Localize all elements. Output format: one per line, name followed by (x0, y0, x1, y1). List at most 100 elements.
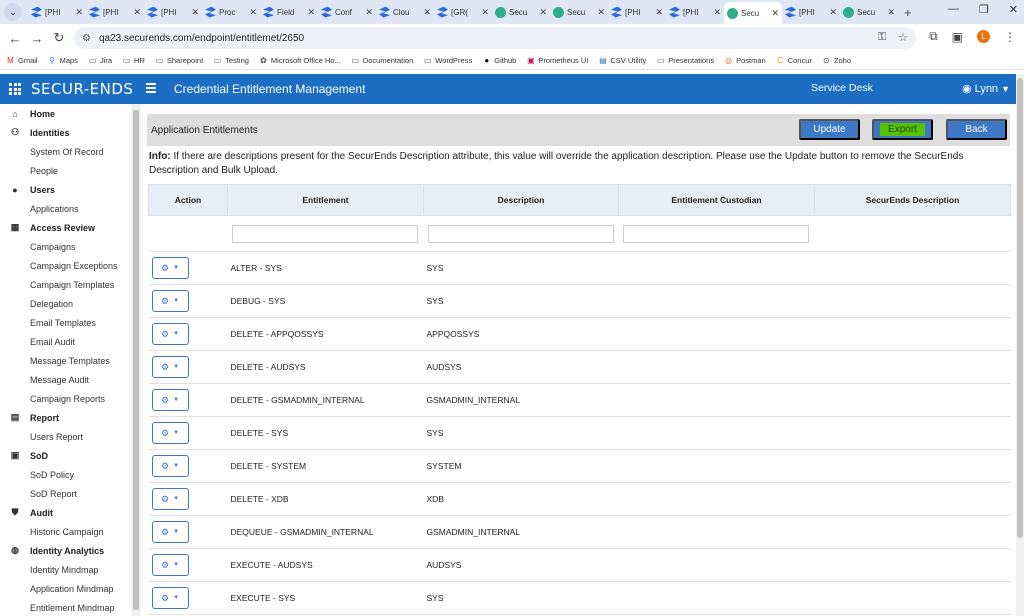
browser-tab[interactable]: Conf ✕ (318, 2, 376, 22)
reload-icon[interactable]: ↻ (48, 30, 70, 46)
password-key-icon[interactable]: ⚿ (878, 31, 886, 44)
sidebar-item-sod[interactable]: ▣ SoD (0, 446, 141, 465)
column-header-action[interactable]: Action (148, 184, 228, 216)
bookmark-item[interactable]: ⊙ Zoho (822, 56, 851, 65)
column-header-description[interactable]: Description (423, 184, 619, 216)
browser-tab[interactable]: Secu ✕ (840, 2, 898, 22)
bookmark-item[interactable]: ▭ WordPress (423, 56, 472, 65)
sidebar-item-sod-report[interactable]: SoD Report (0, 484, 141, 503)
sidebar-item-users-report[interactable]: Users Report (0, 427, 141, 446)
sidebar-item-system-of-record[interactable]: System Of Record (0, 142, 141, 161)
sidebar-item-access-review[interactable]: ▦ Access Review (0, 218, 141, 237)
bookmark-item[interactable]: ▭ Jira (88, 56, 112, 65)
browser-tab[interactable]: [PHI ✕ (608, 2, 666, 22)
sidebar-item-report[interactable]: ▤ Report (0, 408, 141, 427)
row-action-button[interactable]: ⚙ ▼ (151, 587, 189, 609)
securends-logo[interactable]: SECUR-ENDS (31, 80, 133, 98)
back-button[interactable]: Back (946, 119, 1007, 140)
sidebar-item-delegation[interactable]: Delegation (0, 294, 141, 313)
browser-tab[interactable]: [PHI ✕ (666, 2, 724, 22)
bookmark-item[interactable]: ⚲ Maps (48, 56, 78, 65)
menu-toggle-icon[interactable] (146, 83, 156, 93)
close-tab-icon[interactable]: ✕ (539, 7, 547, 18)
sidebar-item-email-audit[interactable]: Email Audit (0, 332, 141, 351)
custodian-filter-input[interactable] (622, 224, 809, 243)
browser-menu-icon[interactable]: ⋮ (1004, 30, 1016, 44)
sidebar-item-identities[interactable]: ⚇ Identities (0, 123, 141, 142)
close-tab-icon[interactable]: ✕ (423, 7, 431, 18)
bookmark-item[interactable]: ● Github (482, 56, 516, 65)
address-bar[interactable]: ⚙ qa23.securends.com/endpoint/entitlemet… (74, 27, 916, 49)
browser-tab[interactable]: Secu ✕ (492, 2, 550, 22)
row-action-button[interactable]: ⚙ ▼ (151, 488, 189, 510)
browser-tab[interactable]: Field ✕ (260, 2, 318, 22)
sidebar-item-people[interactable]: People (0, 161, 141, 180)
forward-arrow-icon[interactable]: → (26, 31, 48, 46)
new-tab-plus-icon[interactable]: + (904, 5, 912, 20)
bookmark-item[interactable]: ▭ Testing (213, 56, 249, 65)
column-header-entitlement-custodian[interactable]: Entitlement Custodian (618, 184, 815, 216)
browser-tab[interactable]: [GR(✕ (434, 2, 492, 22)
apps-grid-icon[interactable] (9, 83, 21, 95)
close-tab-icon[interactable]: ✕ (133, 7, 141, 18)
sidebar-item-campaign-templates[interactable]: Campaign Templates (0, 275, 141, 294)
bookmark-item[interactable]: ▭ Sharepoint (155, 56, 204, 65)
sidebar-item-users[interactable]: ● Users (0, 180, 141, 199)
sidebar-item-sod-policy[interactable]: SoD Policy (0, 465, 141, 484)
url-text[interactable]: qa23.securends.com/endpoint/entitlemet/2… (99, 33, 304, 44)
sidebar-item-application-mindmap[interactable]: Application Mindmap (0, 579, 141, 598)
sidebar-item-campaign-reports[interactable]: Campaign Reports (0, 389, 141, 408)
row-action-button[interactable]: ⚙ ▼ (151, 389, 189, 411)
browser-tab[interactable]: Secu ✕ (724, 2, 782, 24)
row-action-button[interactable]: ⚙ ▼ (151, 290, 189, 312)
site-info-icon[interactable]: ⚙ (82, 33, 91, 44)
close-tab-icon[interactable]: ✕ (597, 7, 605, 18)
bookmark-item[interactable]: ◎ Postman (724, 56, 766, 65)
restore-icon[interactable]: ❐ (979, 3, 989, 16)
column-header-entitlement[interactable]: Entitlement (227, 184, 424, 216)
sidebar-item-entitlement-mindmap[interactable]: Entitlement Mindmap (0, 598, 141, 616)
sidebar-item-home[interactable]: ⌂ Home (0, 104, 141, 123)
row-action-button[interactable]: ⚙ ▼ (151, 257, 189, 279)
back-arrow-icon[interactable]: ← (4, 31, 26, 46)
entitlement-filter-input[interactable] (231, 224, 418, 243)
browser-tab[interactable]: [PHI ✕ (28, 2, 86, 22)
column-header-securends-description[interactable]: SecurEnds Description (814, 184, 1011, 216)
sidebar-item-audit[interactable]: ⛊ Audit (0, 503, 141, 522)
sidebar-item-message-templates[interactable]: Message Templates (0, 351, 141, 370)
browser-tab[interactable]: Clou ✕ (376, 2, 434, 22)
sidebar-item-historic-campaign[interactable]: Historic Campaign (0, 522, 141, 541)
sidebar-item-campaign-exceptions[interactable]: Campaign Exceptions (0, 256, 141, 275)
close-tab-icon[interactable]: ✕ (75, 7, 83, 18)
row-action-button[interactable]: ⚙ ▼ (151, 356, 189, 378)
sidebar-item-identity-analytics[interactable]: ◍ Identity Analytics (0, 541, 141, 560)
bookmark-star-icon[interactable]: ☆ (898, 31, 908, 44)
export-button[interactable]: Export (872, 119, 933, 140)
sidebar-item-identity-mindmap[interactable]: Identity Mindmap (0, 560, 141, 579)
row-action-button[interactable]: ⚙ ▼ (151, 422, 189, 444)
close-window-icon[interactable]: ✕ (1009, 3, 1018, 16)
close-tab-icon[interactable]: ✕ (481, 7, 489, 18)
update-button[interactable]: Update (799, 119, 860, 140)
bookmark-item[interactable]: ▭ Documentation (351, 56, 414, 65)
bookmark-item[interactable]: ✿ Microsoft Office Ho... (259, 56, 341, 65)
browser-tab[interactable]: Proc ✕ (202, 2, 260, 22)
close-tab-icon[interactable]: ✕ (249, 7, 257, 18)
bookmark-item[interactable]: C Concur (776, 56, 812, 65)
bookmark-item[interactable]: ▤ CSV Utility (598, 56, 646, 65)
close-tab-icon[interactable]: ✕ (829, 7, 837, 18)
sidebar-item-applications[interactable]: Applications (0, 199, 141, 218)
sidebar-item-campaigns[interactable]: Campaigns (0, 237, 141, 256)
description-filter-input[interactable] (427, 224, 614, 243)
browser-tab[interactable]: Secu ✕ (550, 2, 608, 22)
bookmark-item[interactable]: ▣ Prometheus UI (526, 56, 588, 65)
profile-avatar[interactable]: L (977, 30, 990, 43)
sidebar-scrollbar-thumb[interactable] (133, 110, 139, 610)
browser-tab[interactable]: [PHI ✕ (86, 2, 144, 22)
minimize-icon[interactable]: — (948, 3, 959, 16)
close-tab-icon[interactable]: ✕ (771, 8, 779, 19)
browser-tab[interactable]: [PHI ✕ (144, 2, 202, 22)
sidebar-item-message-audit[interactable]: Message Audit (0, 370, 141, 389)
close-tab-icon[interactable]: ✕ (191, 7, 199, 18)
close-tab-icon[interactable]: ✕ (365, 7, 373, 18)
